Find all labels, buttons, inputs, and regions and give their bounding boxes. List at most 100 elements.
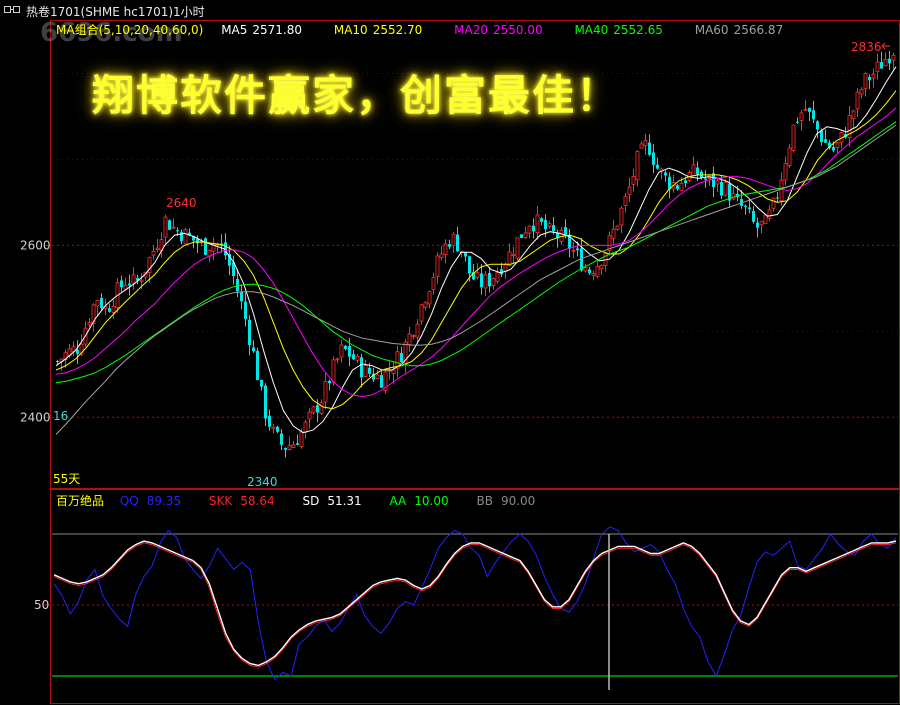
candle-body-down xyxy=(816,121,819,130)
candle-body-up xyxy=(679,182,684,191)
candle-body-up xyxy=(131,274,136,284)
candle-body-down xyxy=(328,380,331,384)
ma-line-ma20 xyxy=(55,107,897,398)
candle-body-up xyxy=(523,232,528,238)
candle-body-up xyxy=(495,272,500,282)
candle-body-down xyxy=(348,345,351,357)
candle-body-up xyxy=(211,242,216,252)
candle-body-up xyxy=(639,143,644,149)
candle-body-up xyxy=(71,346,76,352)
indicator-name: 百万绝品 xyxy=(56,494,105,508)
candle-body-down xyxy=(344,345,347,349)
ma5-name: MA5 xyxy=(221,23,248,37)
candle-body-down xyxy=(280,433,283,445)
candle-body-down xyxy=(236,278,239,292)
candle-body-up xyxy=(891,54,896,61)
candle-body-down xyxy=(888,58,891,64)
candle-body-down xyxy=(744,205,747,207)
candle-body-up xyxy=(155,247,160,250)
candle-body-up xyxy=(643,140,648,146)
bb-name: BB xyxy=(476,494,493,508)
candle-body-up xyxy=(423,302,428,308)
ma20-name: MA20 xyxy=(454,23,488,37)
price-tick-label: 2400 xyxy=(20,410,51,424)
candle-body-down xyxy=(240,292,243,302)
candle-body-up xyxy=(427,291,432,305)
aa-legend: AA 10.00 xyxy=(390,494,461,508)
candle-body-up xyxy=(691,164,696,176)
candle-body-up xyxy=(791,124,796,151)
candle-body-up xyxy=(483,274,488,289)
candle-body-down xyxy=(544,220,547,230)
candle-body-up xyxy=(515,237,520,259)
candle-body-up xyxy=(163,216,168,238)
candle-body-down xyxy=(552,225,555,232)
candle-body-down xyxy=(588,269,591,274)
candle-body-down xyxy=(752,210,755,222)
candle-body-up xyxy=(627,186,632,195)
aa-value: 10.00 xyxy=(414,494,449,508)
ma10-value: 2552.70 xyxy=(372,23,423,37)
candle-body-up xyxy=(271,426,276,430)
ma10-legend: MA10 2552.70 xyxy=(334,23,436,37)
sd-legend: SD 51.31 xyxy=(302,494,373,508)
candle-body-down xyxy=(464,252,467,257)
candle-body-down xyxy=(252,347,255,352)
bb-value: 90.00 xyxy=(500,494,536,508)
ma5-legend: MA5 2571.80 xyxy=(221,23,316,37)
candle-body-down xyxy=(260,379,263,387)
candle-body-down xyxy=(832,147,835,151)
candle-body-up xyxy=(883,58,888,67)
qq-value: 89.35 xyxy=(146,494,182,508)
ma60-value: 2566.87 xyxy=(733,23,784,37)
ma20-legend: MA20 2550.00 xyxy=(454,23,556,37)
candle-body-up xyxy=(111,306,116,313)
candle-body-up xyxy=(443,243,448,255)
candle-body-up xyxy=(151,250,156,256)
candle-body-up xyxy=(583,267,588,272)
candle-body-up xyxy=(615,225,620,230)
candle-body-down xyxy=(480,273,483,288)
candle-body-down xyxy=(684,180,687,184)
candle-body-up xyxy=(723,181,728,196)
candle-body-down xyxy=(256,350,259,381)
candle-body-down xyxy=(648,142,651,155)
candle-body-up xyxy=(779,179,784,202)
candle-body-down xyxy=(820,130,823,143)
candle-body-up xyxy=(363,365,368,377)
candle-body-up xyxy=(307,411,312,420)
candle-body-down xyxy=(652,152,655,165)
indicator-line-skk xyxy=(53,542,897,668)
annotation-high: 2640 xyxy=(166,196,197,210)
qq-name: QQ xyxy=(119,494,139,508)
candle-body-down xyxy=(108,308,111,312)
ma10-name: MA10 xyxy=(333,23,368,37)
candle-body-down xyxy=(540,218,543,222)
candle-body-up xyxy=(407,333,412,345)
annotation-high: 2836 xyxy=(851,40,882,54)
candle-body-up xyxy=(491,278,496,286)
candle-body-down xyxy=(204,238,207,255)
candle-body-up xyxy=(851,110,856,120)
candle-body-down xyxy=(668,176,671,190)
skk-legend: SKK 58.64 xyxy=(209,494,287,508)
candle-body-down xyxy=(824,139,827,143)
candle-body-down xyxy=(368,367,371,374)
candle-body-down xyxy=(244,301,247,320)
candle-body-down xyxy=(696,167,699,175)
candle-body-down xyxy=(468,256,471,274)
candle-body-up xyxy=(415,323,420,338)
candle-body-up xyxy=(411,335,416,337)
candle-body-down xyxy=(128,283,131,286)
candle-body-up xyxy=(855,91,860,110)
candle-body-down xyxy=(576,248,579,251)
skk-name: SKK xyxy=(208,494,233,508)
candle-body-up xyxy=(123,284,128,290)
candle-body-down xyxy=(676,185,679,189)
candle-body-down xyxy=(488,272,491,287)
candle-body-up xyxy=(419,304,424,322)
candle-body-down xyxy=(248,319,251,346)
candle-body-up xyxy=(803,108,808,111)
candle-body-up xyxy=(759,220,764,226)
candle-body-up xyxy=(527,225,532,234)
